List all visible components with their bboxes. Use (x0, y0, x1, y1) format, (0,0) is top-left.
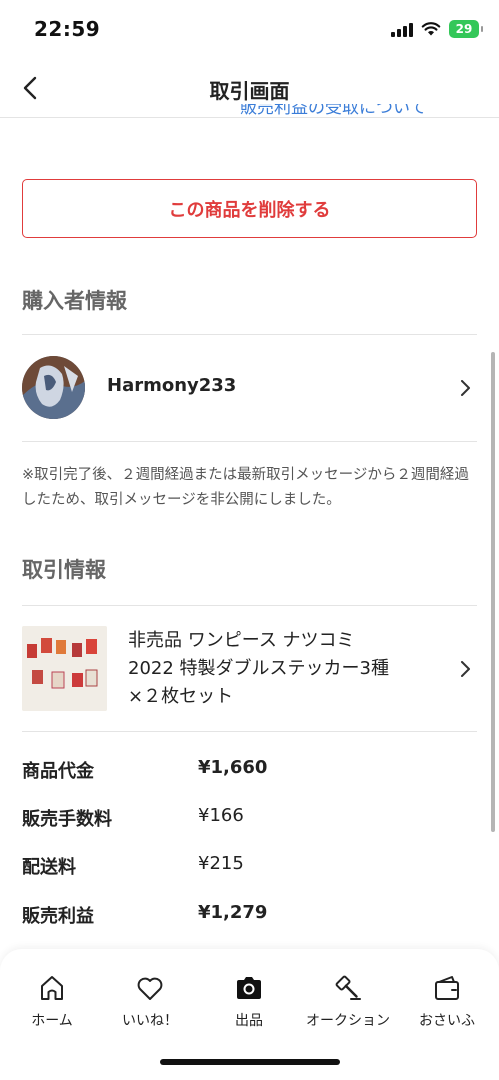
page-title: 取引画面 (209, 79, 290, 103)
fee-row-profit: 販売利益 ¥1,279 (22, 902, 268, 927)
content-area: この商品を削除する 購入者情報 Harmony233 ※取引完了後、２週間経過ま… (0, 119, 499, 949)
fee-row-commission: 販売手数料 ¥166 (22, 805, 244, 830)
gavel-icon (335, 975, 361, 1000)
buyer-row[interactable]: Harmony233 (0, 335, 499, 441)
tab-sell[interactable]: 出品 (199, 973, 299, 1030)
status-icons: 29 (391, 20, 483, 38)
status-bar: 22:59 29 (0, 0, 499, 60)
delete-item-button[interactable]: この商品を削除する (22, 179, 477, 238)
camera-icon (237, 977, 261, 999)
payout-link[interactable]: 販売利益の受取について (240, 104, 475, 120)
buyer-section-title: 購入者情報 (22, 289, 127, 313)
divider (22, 441, 477, 442)
fee-row-shipping: 配送料 ¥215 (22, 853, 244, 878)
tab-likes[interactable]: いいね！ (100, 973, 200, 1030)
chevron-right-icon (461, 380, 470, 396)
signal-icon (391, 21, 413, 37)
scrollbar[interactable] (491, 352, 495, 832)
wallet-icon (435, 976, 459, 1000)
heart-icon (137, 977, 163, 1000)
home-indicator (160, 1059, 340, 1065)
status-time: 22:59 (34, 17, 101, 41)
buyer-name: Harmony233 (107, 375, 237, 396)
divider (22, 731, 477, 732)
tab-auction[interactable]: オークション (298, 973, 398, 1030)
tab-home[interactable]: ホーム (2, 973, 102, 1030)
trade-section-title: 取引情報 (22, 558, 106, 582)
tab-wallet[interactable]: おさいふ (397, 973, 497, 1030)
avatar (22, 356, 85, 419)
item-title: 非売品 ワンピース ナツコミ 2022 特製ダブルステッカー3種 ×２枚セット (128, 630, 389, 707)
tab-bar: ホーム いいね！ 出品 オークション おさいふ (0, 949, 499, 1080)
fee-row-price: 商品代金 ¥1,660 (22, 757, 268, 782)
chevron-right-icon (461, 661, 470, 677)
privacy-notice: ※取引完了後、２週間経過または最新取引メッセージから２週間経過したため、取引メッ… (22, 467, 469, 508)
item-row[interactable]: 非売品 ワンピース ナツコミ 2022 特製ダブルステッカー3種 ×２枚セット (0, 606, 499, 731)
item-thumbnail (22, 626, 107, 711)
home-icon (41, 976, 63, 1000)
wifi-icon (421, 22, 441, 36)
battery-icon: 29 (449, 20, 483, 38)
